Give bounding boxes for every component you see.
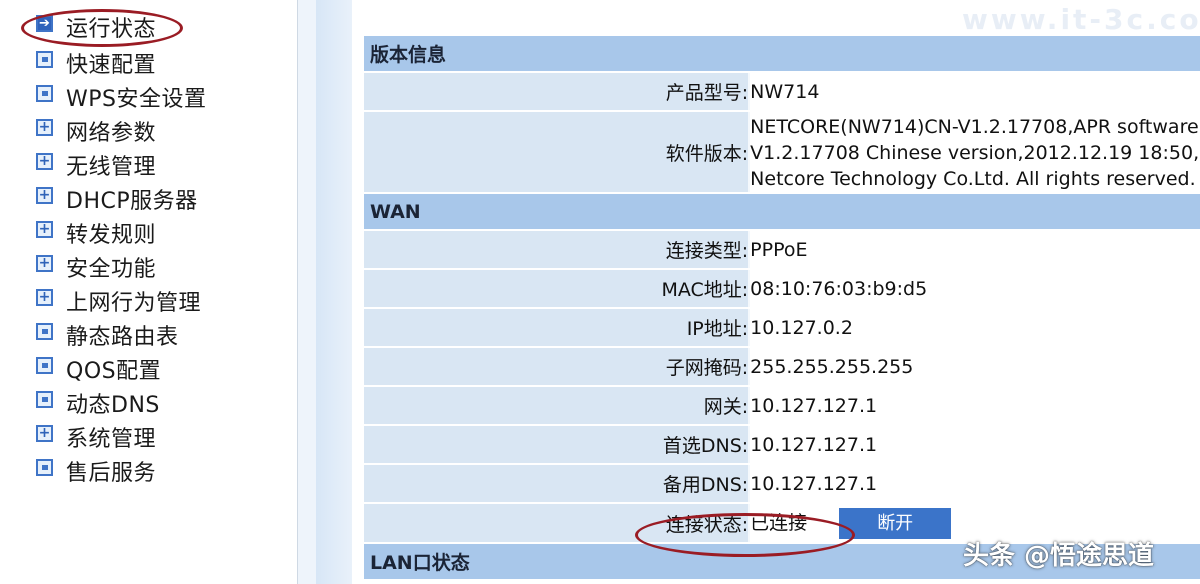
table-row: 连接类型: PPPoE: [364, 231, 1200, 268]
table-row: 产品型号: NW714: [364, 73, 1200, 110]
sidebar-item-network[interactable]: + 网络参数: [36, 116, 156, 146]
status-panel: www.it-3c.com 版本信息 产品型号: NW714 软件版本: NET…: [352, 0, 1200, 584]
sidebar-item-quick-setup[interactable]: 快速配置: [36, 48, 156, 78]
field-label: 网关:: [364, 387, 751, 424]
field-label: 子网掩码:: [364, 348, 751, 385]
software-version-value: NETCORE(NW714)CN-V1.2.17708,APR software…: [750, 112, 1200, 192]
sidebar-item-label: 快速配置: [66, 53, 157, 78]
table-row: IP地址: 10.127.0.2: [364, 309, 1200, 346]
page-icon: [36, 50, 53, 68]
expand-plus-icon: +: [36, 186, 53, 204]
software-version-line: V1.2.17708 Chinese version,2012.12.19 18…: [750, 142, 1200, 164]
sidebar-item-wireless[interactable]: + 无线管理: [36, 150, 156, 180]
primary-dns-value: 10.127.127.1: [750, 426, 1200, 463]
section-title: WAN: [364, 194, 1200, 229]
table-row: 备用DNS: 10.127.127.1: [364, 465, 1200, 502]
brand-watermark: 头条 @悟途思道: [963, 541, 1155, 571]
sidebar-menu: ➔ 运行状态 快速配置 WPS安全设置 + 网络参数 + 无线管理 + DHCP…: [0, 0, 298, 584]
product-model-value: NW714: [750, 73, 1200, 110]
sidebar-item-static-route[interactable]: 静态路由表: [36, 320, 179, 350]
sidebar-item-label: 系统管理: [66, 427, 157, 452]
software-version-line: NETCORE(NW714)CN-V1.2.17708,APR software: [750, 116, 1199, 138]
expand-plus-icon: +: [36, 424, 53, 442]
gateway-value: 10.127.127.1: [750, 387, 1200, 424]
sidebar-item-label: 安全功能: [66, 257, 157, 282]
sidebar-item-label: DHCP服务器: [66, 189, 198, 214]
sidebar-item-label: 无线管理: [66, 155, 157, 180]
sidebar-item-label: QOS配置: [66, 359, 162, 384]
page-icon: [36, 356, 53, 374]
page-icon: [36, 84, 53, 102]
table-row: 网关: 10.127.127.1: [364, 387, 1200, 424]
mac-address-value: 08:10:76:03:b9:d5: [750, 270, 1200, 307]
status-table: 版本信息 产品型号: NW714 软件版本: NETCORE(NW714)CN-…: [364, 34, 1200, 581]
field-label: IP地址:: [364, 309, 751, 346]
field-label: MAC地址:: [364, 270, 751, 307]
disconnect-button[interactable]: 断开: [839, 507, 952, 539]
page-icon: [36, 322, 53, 340]
page-icon: [36, 458, 53, 476]
subnet-mask-value: 255.255.255.255: [750, 348, 1200, 385]
connection-type-value: PPPoE: [750, 231, 1200, 268]
sidebar-item-label: 运行状态: [66, 17, 157, 42]
table-row: MAC地址: 08:10:76:03:b9:d5: [364, 270, 1200, 307]
table-row: 首选DNS: 10.127.127.1: [364, 426, 1200, 463]
frame-gutter: [298, 0, 352, 584]
sidebar-item-forwarding[interactable]: + 转发规则: [36, 218, 156, 248]
expand-plus-icon: +: [36, 254, 53, 272]
arrow-icon: ➔: [36, 14, 53, 32]
watermark-text: www.it-3c.com: [962, 3, 1200, 36]
field-label: 软件版本:: [364, 112, 751, 192]
secondary-dns-value: 10.127.127.1: [750, 465, 1200, 502]
sidebar-item-running-status[interactable]: ➔ 运行状态: [36, 12, 156, 42]
sidebar-item-dhcp[interactable]: + DHCP服务器: [36, 184, 198, 214]
expand-plus-icon: +: [36, 152, 53, 170]
sidebar-item-label: 静态路由表: [66, 325, 179, 350]
section-header-version: 版本信息: [364, 36, 1200, 71]
sidebar-item-label: 上网行为管理: [66, 291, 202, 316]
sidebar-item-label: WPS安全设置: [66, 87, 207, 112]
page-icon: [36, 390, 53, 408]
sidebar-item-label: 售后服务: [66, 461, 157, 486]
sidebar-item-security[interactable]: + 安全功能: [36, 252, 156, 282]
field-label: 连接类型:: [364, 231, 751, 268]
sidebar-item-label: 转发规则: [66, 223, 157, 248]
expand-plus-icon: +: [36, 220, 53, 238]
field-label: 连接状态:: [364, 504, 751, 542]
field-label: 首选DNS:: [364, 426, 751, 463]
expand-plus-icon: +: [36, 118, 53, 136]
sidebar-item-ddns[interactable]: 动态DNS: [36, 388, 160, 418]
connection-status-value: 已连接: [750, 511, 808, 534]
field-label: 备用DNS:: [364, 465, 751, 502]
ip-address-value: 10.127.0.2: [750, 309, 1200, 346]
sidebar-item-label: 网络参数: [66, 121, 157, 146]
expand-plus-icon: +: [36, 288, 53, 306]
section-header-wan: WAN: [364, 194, 1200, 229]
software-version-line: Netcore Technology Co.Ltd. All rights re…: [750, 168, 1196, 190]
table-row: 子网掩码: 255.255.255.255: [364, 348, 1200, 385]
sidebar-item-system[interactable]: + 系统管理: [36, 422, 156, 452]
sidebar-item-wps[interactable]: WPS安全设置: [36, 82, 207, 112]
sidebar-item-support[interactable]: 售后服务: [36, 456, 156, 486]
table-row: 软件版本: NETCORE(NW714)CN-V1.2.17708,APR so…: [364, 112, 1200, 192]
sidebar-item-label: 动态DNS: [66, 393, 160, 418]
sidebar-item-qos[interactable]: QOS配置: [36, 354, 161, 384]
field-label: 产品型号:: [364, 73, 751, 110]
section-title: 版本信息: [364, 36, 1200, 71]
sidebar-item-behavior[interactable]: + 上网行为管理: [36, 286, 201, 316]
